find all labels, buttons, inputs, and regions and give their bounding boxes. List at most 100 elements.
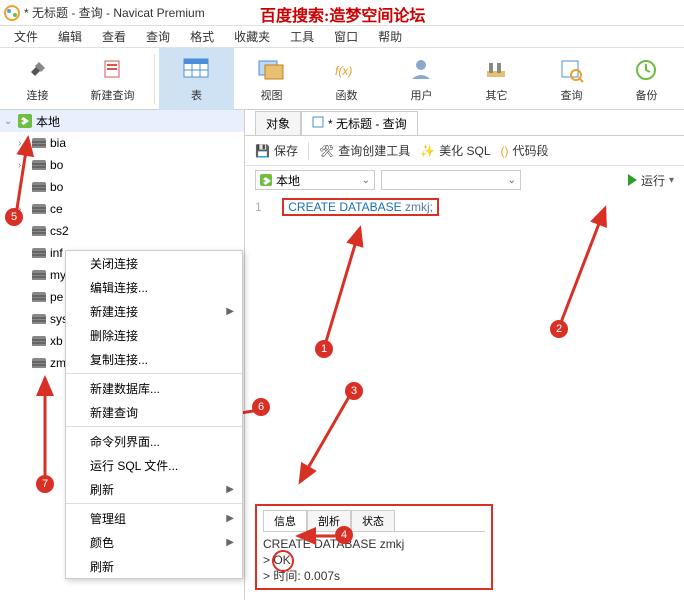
ctx-delete-connection[interactable]: 删除连接 (66, 323, 242, 347)
annotation-badge-3: 3 (345, 382, 363, 400)
connection-icon (260, 174, 272, 186)
ctx-run-sql-file[interactable]: 运行 SQL 文件... (66, 453, 242, 477)
context-menu: 关闭连接 编辑连接... 新建连接▶ 删除连接 复制连接... 新建数据库...… (65, 250, 243, 579)
ctx-close-connection[interactable]: 关闭连接 (66, 251, 242, 275)
annotation-badge-1: 1 (315, 340, 333, 358)
separator (66, 373, 242, 374)
app-logo-icon (4, 5, 20, 21)
annotation-arrow-3 (290, 390, 360, 490)
separator (66, 503, 242, 504)
settings-icon (482, 55, 510, 83)
submenu-arrow-icon: ▶ (226, 537, 234, 548)
query-button[interactable]: 查询 (534, 48, 609, 110)
chevron-down-icon: ⌄ (362, 175, 370, 186)
table-icon (182, 55, 210, 83)
menu-format[interactable]: 格式 (180, 28, 224, 45)
save-button[interactable]: 💾保存 (255, 142, 298, 159)
snippet-button[interactable]: ()代码段 (501, 142, 549, 159)
connection-selector-row: 本地⌄ ⌄ 运行▾ (245, 166, 684, 194)
annotation-badge-7: 7 (36, 475, 54, 493)
new-query-button[interactable]: 新建查询 (75, 48, 150, 110)
tree-root[interactable]: ⌄本地 (0, 110, 244, 132)
database-dropdown[interactable]: ⌄ (381, 170, 521, 190)
collapse-icon[interactable]: ⌄ (4, 116, 14, 127)
database-icon (32, 248, 46, 258)
window-title: * 无标题 - 查询 - Navicat Premium (24, 4, 205, 21)
annotation-badge-6: 6 (252, 398, 270, 416)
menu-file[interactable]: 文件 (4, 28, 48, 45)
sql-statement: CREATE DATABASE zmkj; (282, 198, 439, 216)
ctx-new-query[interactable]: 新建查询 (66, 400, 242, 424)
submenu-arrow-icon: ▶ (226, 484, 234, 495)
connection-icon (18, 114, 32, 128)
ctx-new-database[interactable]: 新建数据库... (66, 376, 242, 400)
submenu-arrow-icon: ▶ (226, 306, 234, 317)
query-toolbar: 💾保存 🛠查询创建工具 ✨美化 SQL ()代码段 (245, 136, 684, 166)
chevron-down-icon: ⌄ (508, 175, 516, 186)
annotation-arrow-7 (30, 370, 60, 480)
annotation-arrow-5 (8, 130, 38, 220)
play-icon (628, 174, 637, 186)
other-button[interactable]: 其它 (459, 48, 534, 110)
ctx-manage-group[interactable]: 管理组▶ (66, 506, 242, 530)
database-icon (32, 226, 46, 236)
view-button[interactable]: 视图 (234, 48, 309, 110)
connection-dropdown[interactable]: 本地⌄ (255, 170, 375, 190)
backup-icon (632, 55, 660, 83)
database-icon (32, 358, 46, 368)
query-builder-button[interactable]: 🛠查询创建工具 (319, 142, 410, 159)
menu-favorites[interactable]: 收藏夹 (224, 28, 280, 45)
wand-icon: ✨ (420, 144, 435, 158)
query-tab-icon (312, 116, 324, 131)
annotation-badge-4: 4 (335, 526, 353, 544)
annotation-arrow-2 (550, 200, 620, 330)
database-icon (32, 270, 46, 280)
result-tab-status[interactable]: 状态 (351, 510, 395, 531)
watermark-text: 百度搜索:造梦空间论坛 (260, 2, 425, 26)
annotation-circle-ok (272, 550, 294, 572)
database-icon (32, 314, 46, 324)
content-tabs: 对象 * 无标题 - 查询 (245, 110, 684, 136)
connect-button[interactable]: 连接 (0, 48, 75, 110)
tree-item[interactable]: cs2 (0, 220, 244, 242)
ctx-color[interactable]: 颜色▶ (66, 530, 242, 554)
menu-bar: 文件 编辑 查看 查询 格式 收藏夹 工具 窗口 帮助 (0, 26, 684, 48)
beautify-sql-button[interactable]: ✨美化 SQL (420, 142, 490, 159)
ctx-edit-connection[interactable]: 编辑连接... (66, 275, 242, 299)
builder-icon: 🛠 (319, 144, 334, 158)
menu-view[interactable]: 查看 (92, 28, 136, 45)
menu-tools[interactable]: 工具 (280, 28, 324, 45)
ctx-refresh-sub[interactable]: 刷新▶ (66, 477, 242, 501)
view-icon (257, 55, 285, 83)
menu-window[interactable]: 窗口 (324, 28, 368, 45)
plug-icon (24, 55, 52, 83)
tab-query[interactable]: * 无标题 - 查询 (301, 111, 418, 135)
ctx-new-connection[interactable]: 新建连接▶ (66, 299, 242, 323)
result-panel: 信息 剖析 状态 CREATE DATABASE zmkj > OK > 时间:… (255, 504, 493, 590)
menu-query[interactable]: 查询 (136, 28, 180, 45)
annotation-badge-2: 2 (550, 320, 568, 338)
user-button[interactable]: 用户 (384, 48, 459, 110)
menu-help[interactable]: 帮助 (368, 28, 412, 45)
backup-button[interactable]: 备份 (609, 48, 684, 110)
menu-edit[interactable]: 编辑 (48, 28, 92, 45)
save-icon: 💾 (255, 144, 270, 158)
run-button[interactable]: 运行▾ (628, 172, 674, 189)
query-icon (557, 55, 585, 83)
user-icon (407, 55, 435, 83)
table-button[interactable]: 表 (159, 48, 234, 110)
line-number: 1 (255, 200, 275, 214)
submenu-arrow-icon: ▶ (226, 513, 234, 524)
chevron-down-icon: ▾ (669, 175, 674, 186)
ctx-refresh[interactable]: 刷新 (66, 554, 242, 578)
function-icon: f(x) (332, 55, 360, 83)
svg-text:f(x): f(x) (335, 64, 352, 78)
ctx-cli[interactable]: 命令列界面... (66, 429, 242, 453)
annotation-badge-5: 5 (5, 208, 23, 226)
tab-objects[interactable]: 对象 (255, 111, 301, 135)
database-icon (32, 336, 46, 346)
database-icon (32, 292, 46, 302)
ctx-copy-connection[interactable]: 复制连接... (66, 347, 242, 371)
snippet-icon: () (501, 144, 509, 158)
function-button[interactable]: f(x)函数 (309, 48, 384, 110)
